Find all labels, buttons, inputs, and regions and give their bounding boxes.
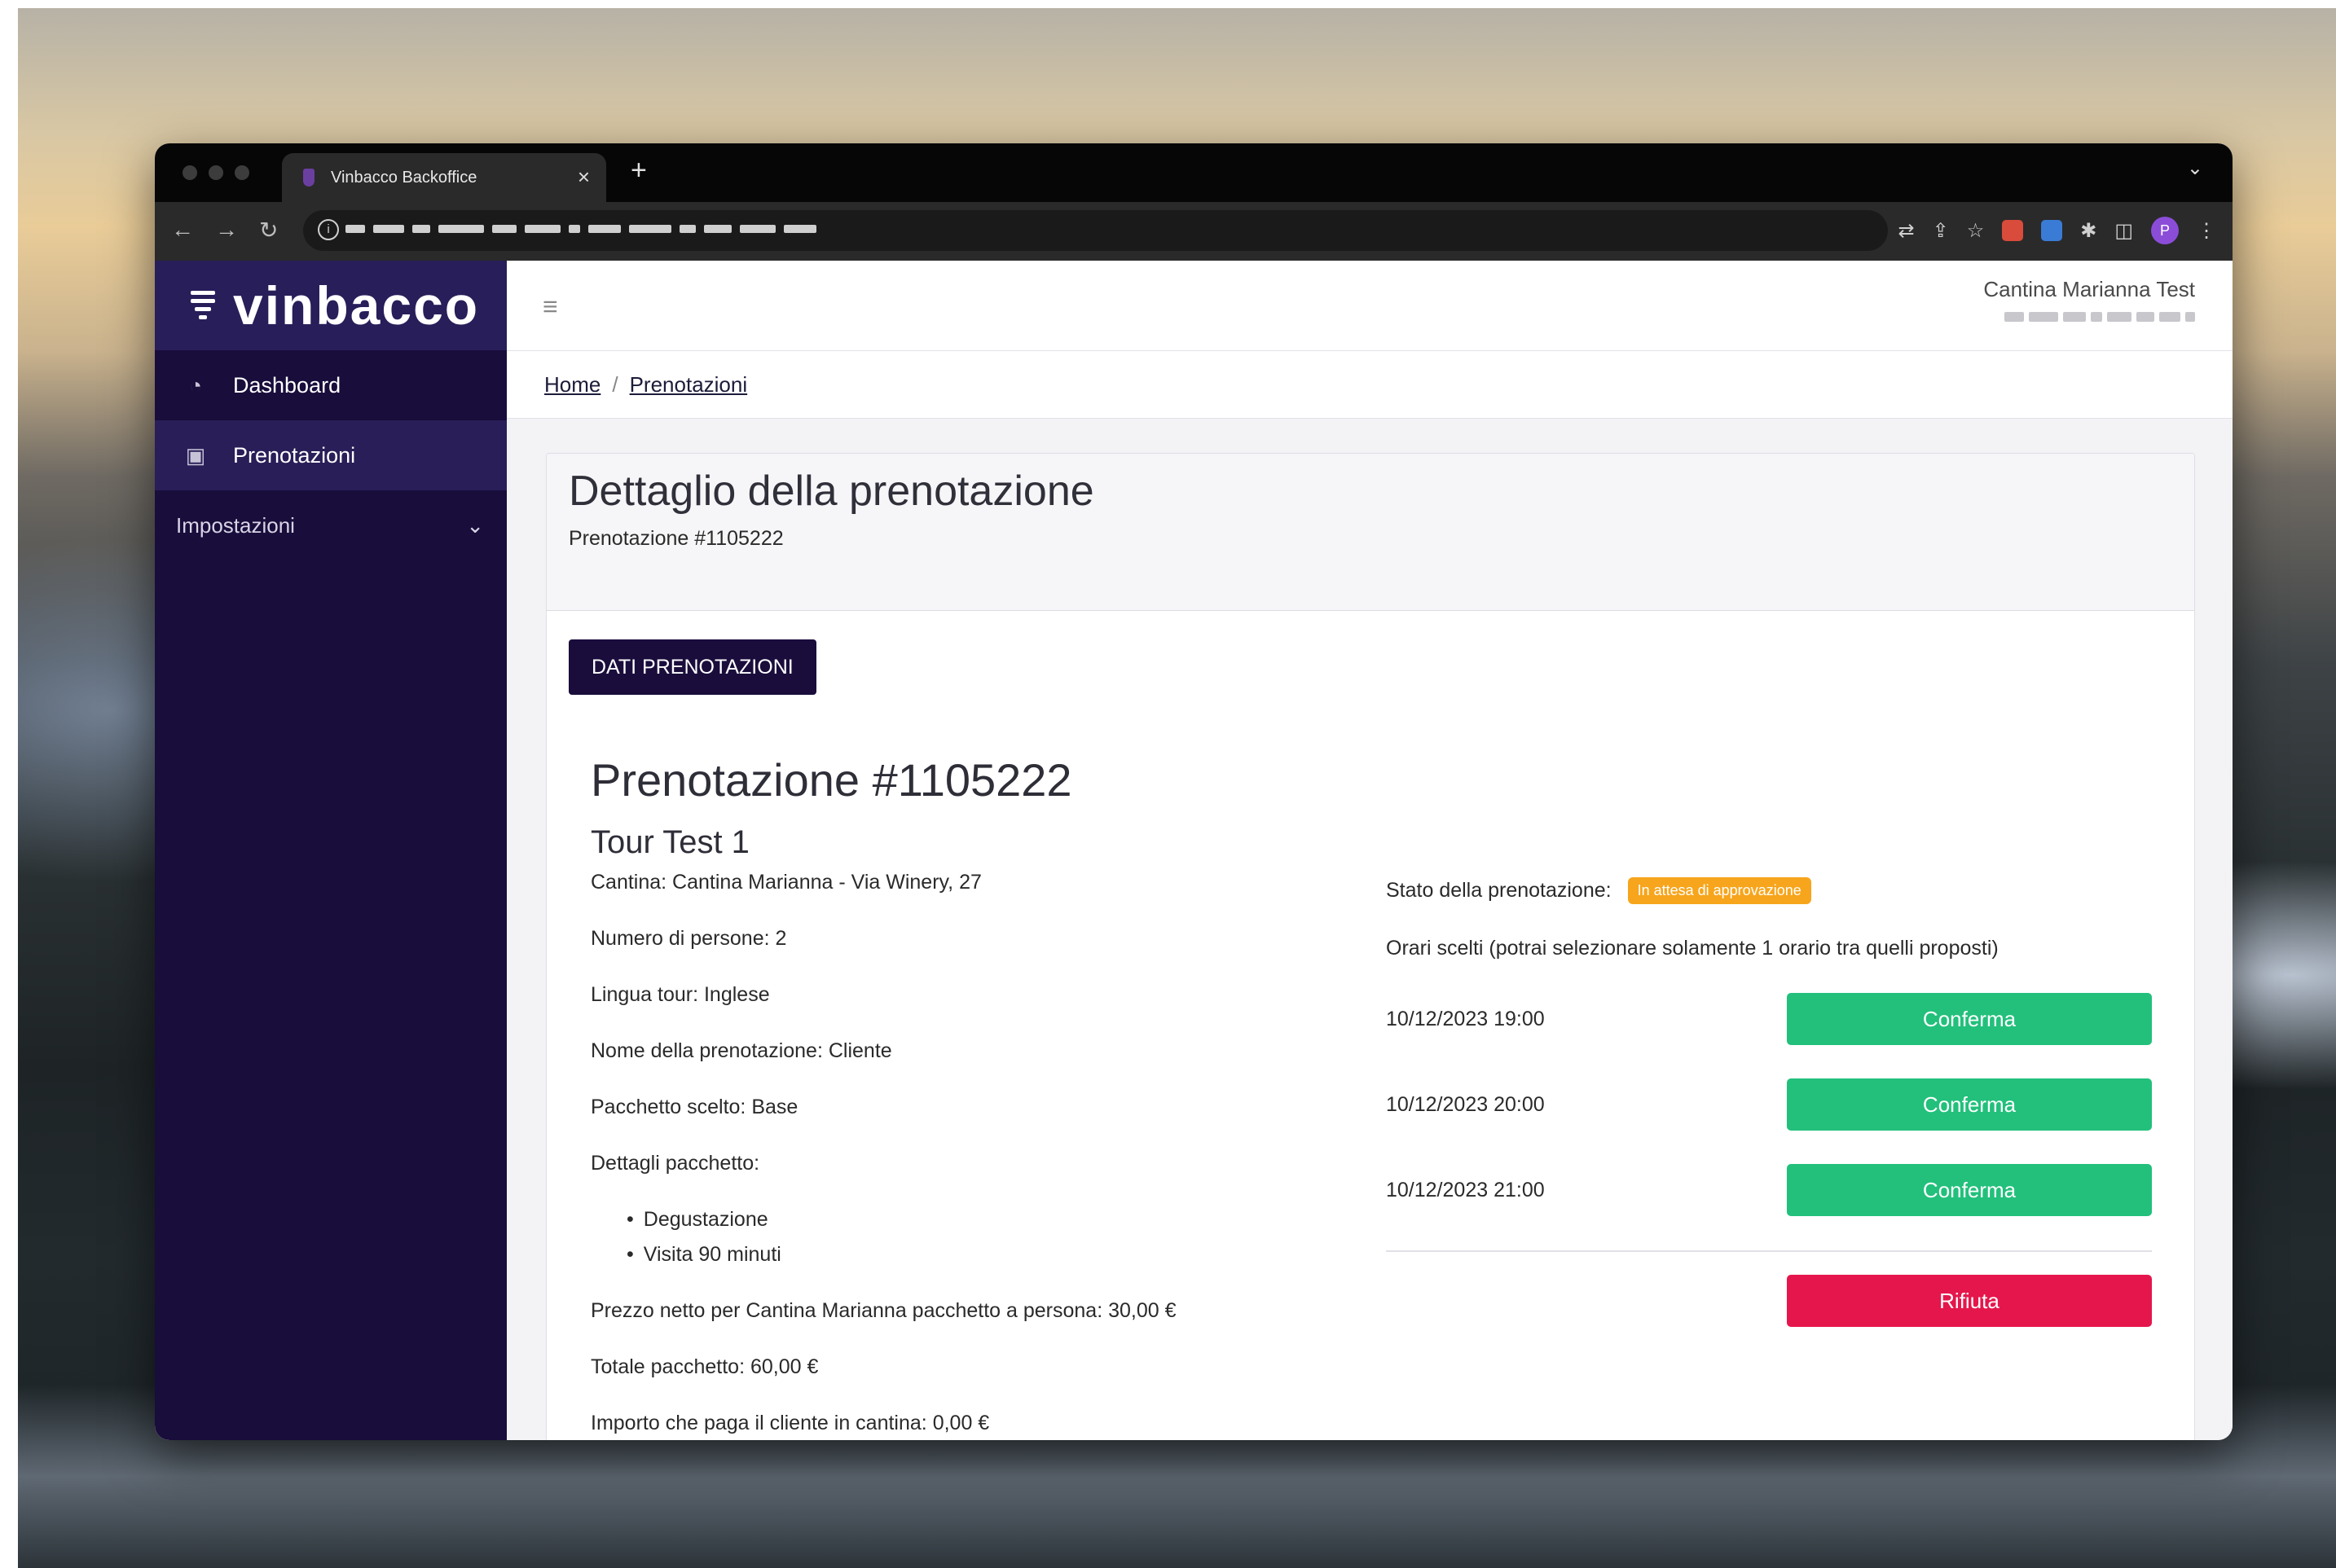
time-slot: 10/12/2023 21:00 bbox=[1386, 1178, 1545, 1201]
package-details-label: Dettagli pacchetto: bbox=[591, 1152, 760, 1175]
sidebar-item-prenotazioni[interactable]: ▣ Prenotazioni bbox=[155, 420, 507, 490]
extension-red-icon[interactable] bbox=[2002, 220, 2024, 241]
main-content: ≡ Cantina Marianna Test Home / Prenotazi… bbox=[507, 261, 2233, 1440]
browser-toolbar: ← → ↻ i ⇄ ⇪ ☆ ✱ ◫ P ⋮ bbox=[155, 202, 2233, 261]
sidebar-item-label: Dashboard bbox=[233, 372, 341, 397]
booking-language: Lingua tour: Inglese bbox=[591, 983, 770, 1006]
tab-search-chevron-icon[interactable]: ⌄ bbox=[2187, 156, 2203, 180]
browser-menu-icon[interactable]: ⋮ bbox=[2197, 219, 2216, 243]
hamburger-menu-icon[interactable]: ≡ bbox=[543, 292, 558, 322]
package-total: Totale pacchetto: 60,00 € bbox=[591, 1355, 819, 1378]
chevron-down-icon: ⌄ bbox=[466, 512, 484, 538]
bookings-icon: ▣ bbox=[185, 443, 206, 468]
booking-heading: Prenotazione #1105222 bbox=[591, 754, 1072, 806]
top-bar: ≡ Cantina Marianna Test bbox=[507, 261, 2233, 351]
divider bbox=[1386, 1250, 2152, 1252]
minimize-window-button[interactable] bbox=[209, 165, 223, 180]
time-slot-row: 10/12/2023 21:00 Conferma bbox=[1386, 1164, 2152, 1216]
app-container: vinbacco ◔ Dashboard ▣ Prenotazioni Impo… bbox=[155, 261, 2233, 1440]
sidebar-group-label: Impostazioni bbox=[176, 512, 295, 538]
user-name: Cantina Marianna Test bbox=[1983, 277, 2195, 301]
brand-logo[interactable]: vinbacco bbox=[155, 261, 507, 350]
tour-name: Tour Test 1 bbox=[591, 824, 750, 860]
status-badge: In attesa di approvazione bbox=[1627, 877, 1811, 904]
profile-avatar[interactable]: P bbox=[2151, 217, 2179, 244]
translate-icon[interactable]: ⇄ bbox=[1898, 219, 1914, 243]
breadcrumb-prenotazioni-link[interactable]: Prenotazioni bbox=[630, 372, 748, 397]
browser-tab[interactable]: Vinbacco Backoffice × bbox=[282, 153, 606, 202]
breadcrumb-home-link[interactable]: Home bbox=[544, 372, 600, 397]
booking-package: Pacchetto scelto: Base bbox=[591, 1096, 798, 1118]
time-slot-row: 10/12/2023 20:00 Conferma bbox=[1386, 1078, 2152, 1131]
address-bar[interactable]: i bbox=[303, 210, 1888, 251]
reload-icon[interactable]: ↻ bbox=[259, 217, 278, 244]
bookmark-star-icon[interactable]: ☆ bbox=[1967, 219, 1985, 243]
time-slot: 10/12/2023 19:00 bbox=[1386, 1007, 1545, 1030]
navigation-buttons: ← → ↻ bbox=[171, 217, 278, 244]
time-slot-row: 10/12/2023 19:00 Conferma bbox=[1386, 993, 2152, 1045]
booking-cantina: Cantina: Cantina Marianna - Via Winery, … bbox=[591, 871, 982, 894]
breadcrumb: Home / Prenotazioni bbox=[507, 351, 2233, 419]
booking-detail-card: Dettaglio della prenotazione Prenotazion… bbox=[546, 453, 2195, 1440]
sidebar: vinbacco ◔ Dashboard ▣ Prenotazioni Impo… bbox=[155, 261, 507, 1440]
browser-window: Vinbacco Backoffice × + ⌄ ← → ↻ i ⇄ ⇪ ☆ … bbox=[155, 143, 2233, 1440]
confirm-button[interactable]: Conferma bbox=[1787, 1164, 2152, 1216]
reject-row: Rifiuta bbox=[1386, 1275, 2152, 1327]
sidebar-item-dashboard[interactable]: ◔ Dashboard bbox=[155, 350, 507, 420]
booking-info: Prenotazione #1105222 Tour Test 1 Cantin… bbox=[591, 753, 1324, 1440]
favicon-icon bbox=[303, 169, 315, 187]
status-label: Stato della prenotazione: bbox=[1386, 879, 1612, 902]
site-info-icon[interactable]: i bbox=[318, 219, 339, 240]
breadcrumb-separator: / bbox=[612, 371, 618, 397]
user-menu[interactable]: Cantina Marianna Test bbox=[1983, 277, 2195, 322]
booking-status-panel: Stato della prenotazione: In attesa di a… bbox=[1386, 877, 2152, 1327]
page-subtitle: Prenotazione #1105222 bbox=[569, 527, 784, 550]
forward-arrow-icon[interactable]: → bbox=[215, 217, 238, 244]
user-email-redacted bbox=[1983, 312, 2195, 322]
net-price: Prezzo netto per Cantina Marianna pacche… bbox=[591, 1299, 1177, 1322]
package-detail-item: Degustazione bbox=[627, 1208, 1324, 1232]
grape-logo-icon bbox=[191, 288, 215, 323]
extensions-puzzle-icon[interactable]: ✱ bbox=[2080, 219, 2096, 243]
booking-persons: Numero di persone: 2 bbox=[591, 927, 787, 950]
booking-status: Stato della prenotazione: In attesa di a… bbox=[1386, 877, 2152, 904]
tab-dati-prenotazioni[interactable]: DATI PRENOTAZIONI bbox=[569, 639, 816, 695]
tab-bar: Vinbacco Backoffice × + ⌄ bbox=[155, 143, 2233, 202]
page-title: Dettaglio della prenotazione bbox=[569, 468, 1094, 515]
booking-name: Nome della prenotazione: Cliente bbox=[591, 1039, 892, 1062]
url-redacted bbox=[345, 225, 816, 233]
confirm-button[interactable]: Conferma bbox=[1787, 993, 2152, 1045]
card-header: Dettaglio della prenotazione Prenotazion… bbox=[547, 454, 2194, 611]
time-slots-hint: Orari scelti (potrai selezionare solamen… bbox=[1386, 937, 1999, 960]
side-panel-icon[interactable]: ◫ bbox=[2114, 219, 2133, 243]
brand-name: vinbacco bbox=[233, 275, 480, 336]
toolbar-extensions: ⇄ ⇪ ☆ ✱ ◫ P ⋮ bbox=[1898, 217, 2216, 244]
package-detail-item: Visita 90 minuti bbox=[627, 1243, 1324, 1267]
sidebar-item-label: Prenotazioni bbox=[233, 442, 356, 468]
reject-button[interactable]: Rifiuta bbox=[1787, 1275, 2152, 1327]
extension-blue-icon[interactable] bbox=[2041, 220, 2063, 241]
window-controls[interactable] bbox=[183, 165, 249, 180]
time-slot: 10/12/2023 20:00 bbox=[1386, 1092, 1545, 1116]
close-tab-icon[interactable]: × bbox=[578, 165, 590, 190]
share-icon[interactable]: ⇪ bbox=[1933, 219, 1949, 243]
amount-paid-at-winery: Importo che paga il cliente in cantina: … bbox=[591, 1412, 990, 1434]
tab-title: Vinbacco Backoffice bbox=[331, 168, 477, 187]
sidebar-group-impostazioni[interactable]: Impostazioni ⌄ bbox=[155, 490, 507, 560]
zoom-window-button[interactable] bbox=[235, 165, 249, 180]
new-tab-icon[interactable]: + bbox=[631, 155, 647, 187]
close-window-button[interactable] bbox=[183, 165, 197, 180]
confirm-button[interactable]: Conferma bbox=[1787, 1078, 2152, 1131]
back-arrow-icon[interactable]: ← bbox=[171, 217, 194, 244]
dashboard-gauge-icon: ◔ bbox=[189, 373, 202, 397]
